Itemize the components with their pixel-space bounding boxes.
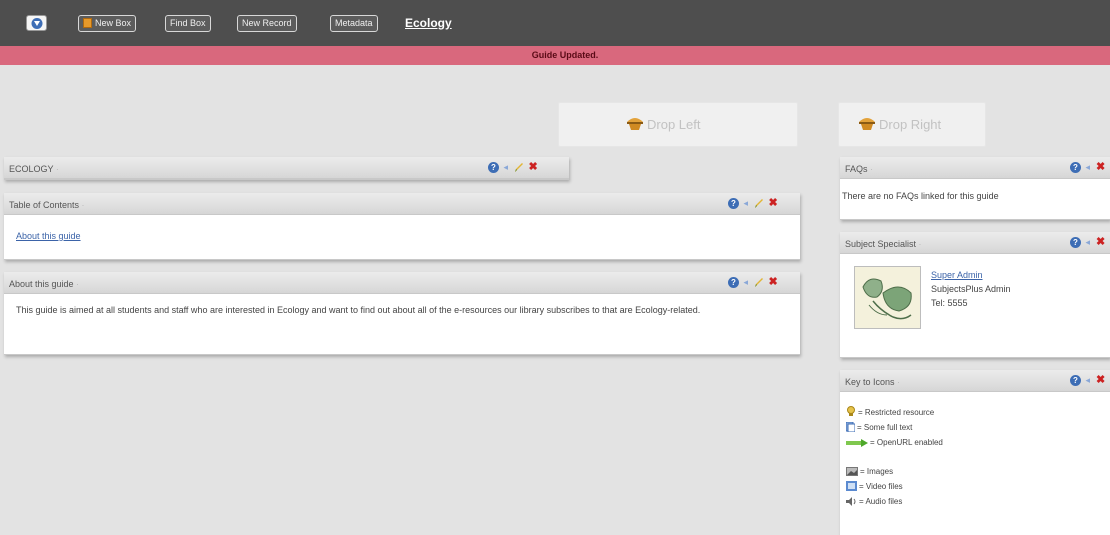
new-box-label: New Box [95, 18, 132, 28]
faqs-box-actions: ? ◂ ✖ [1070, 162, 1108, 174]
video-icon [846, 481, 857, 495]
help-icon[interactable]: ? [488, 162, 499, 173]
help-icon[interactable]: ? [1070, 237, 1081, 248]
restricted-icon [846, 406, 856, 421]
specialist-box-title: Subject Specialist [845, 239, 922, 249]
faqs-box-body: There are no FAQs linked for this guide [842, 191, 999, 201]
key-icons-box-body: = Restricted resource = Some full text =… [840, 392, 1110, 535]
toc-box-header: Table of Contents ? ◂ ✖ [4, 193, 800, 215]
key-label-restricted: = Restricted resource [858, 408, 935, 417]
openurl-icon [846, 438, 868, 451]
about-box-title: About this guide [9, 279, 79, 289]
key-label-video: = Video files [859, 482, 903, 491]
home-button[interactable] [26, 15, 47, 31]
drop-right-zone[interactable]: Drop Right [838, 102, 986, 147]
help-icon[interactable]: ? [1070, 162, 1081, 173]
key-label-openurl: = OpenURL enabled [870, 438, 943, 447]
guide-title[interactable]: Ecology [405, 16, 452, 30]
collapse-icon[interactable]: ◂ [504, 162, 510, 173]
ecology-box-actions: ? ◂ ✖ [488, 162, 541, 174]
faqs-box-title: FAQs [845, 164, 873, 174]
delete-icon[interactable]: ✖ [769, 277, 779, 288]
new-box-button[interactable]: New Box [78, 15, 137, 32]
key-label-images: = Images [860, 467, 894, 476]
collapse-icon[interactable]: ◂ [1086, 375, 1092, 386]
drop-bowl-icon [627, 118, 643, 130]
toc-link-about[interactable]: About this guide [16, 231, 81, 241]
specialist-phone: Tel: 5555 [931, 298, 968, 308]
key-row-images: = Images [846, 465, 1110, 480]
top-toolbar: New Box Find Box New Record Metadata Eco… [0, 0, 1110, 46]
specialist-box-body: Super Admin SubjectsPlus Admin Tel: 5555 [840, 254, 1110, 357]
about-box-body: This guide is aimed at all students and … [16, 305, 701, 315]
collapse-icon[interactable]: ◂ [744, 198, 750, 209]
specialist-box: Subject Specialist ? ◂ ✖ Super Admin Sub… [840, 232, 1110, 358]
specialist-info: Super Admin SubjectsPlus Admin Tel: 5555 [931, 268, 1011, 310]
drop-left-zone[interactable]: Drop Left [558, 102, 798, 147]
edit-icon[interactable] [754, 198, 764, 209]
drop-bowl-icon [859, 118, 875, 130]
toc-box: Table of Contents ? ◂ ✖ About this guide [4, 193, 800, 260]
toc-box-title: Table of Contents [9, 200, 85, 210]
ecology-box: ECOLOGY ? ◂ ✖ [4, 157, 569, 180]
home-logo-icon [31, 18, 43, 29]
avatar [854, 266, 921, 329]
help-icon[interactable]: ? [728, 277, 739, 288]
toc-box-body: About this guide [4, 215, 800, 259]
key-row-video: = Video files [846, 480, 1110, 495]
faqs-box: FAQs ? ◂ ✖ There are no FAQs linked for … [840, 157, 1110, 220]
new-record-button[interactable]: New Record [237, 15, 297, 32]
toc-box-actions: ? ◂ ✖ [728, 198, 781, 210]
collapse-icon[interactable]: ◂ [1086, 162, 1092, 173]
delete-icon[interactable]: ✖ [1096, 375, 1106, 386]
ecology-box-title: ECOLOGY [9, 164, 59, 174]
specialist-box-header: Subject Specialist ? ◂ ✖ [840, 232, 1110, 254]
drop-right-label: Drop Right [879, 117, 942, 132]
collapse-icon[interactable]: ◂ [744, 277, 750, 288]
key-label-audio: = Audio files [859, 497, 903, 506]
delete-icon[interactable]: ✖ [1096, 237, 1106, 248]
images-icon [846, 467, 858, 480]
key-row-restricted: = Restricted resource [846, 406, 1110, 421]
find-box-button[interactable]: Find Box [165, 15, 211, 32]
edit-icon[interactable] [754, 277, 764, 288]
drop-left-label: Drop Left [647, 117, 701, 132]
key-label-fulltext: = Some full text [857, 423, 913, 432]
key-icons-box: Key to Icons ? ◂ ✖ = Restricted resource… [840, 370, 1110, 535]
audio-icon [846, 497, 857, 510]
delete-icon[interactable]: ✖ [529, 162, 539, 173]
help-icon[interactable]: ? [728, 198, 739, 209]
leaf-avatar-icon [862, 278, 912, 320]
status-banner: Guide Updated. [0, 46, 1110, 65]
specialist-name-link[interactable]: Super Admin [931, 270, 983, 280]
edit-icon[interactable] [514, 162, 524, 173]
about-box-header: About this guide ? ◂ ✖ [4, 272, 800, 294]
collapse-icon[interactable]: ◂ [1086, 237, 1092, 248]
status-message: Guide Updated. [531, 50, 599, 60]
key-icons-box-actions: ? ◂ ✖ [1070, 375, 1108, 387]
delete-icon[interactable]: ✖ [1096, 162, 1106, 173]
fulltext-icon [845, 421, 856, 436]
specialist-box-actions: ? ◂ ✖ [1070, 237, 1108, 249]
key-icons-box-header: Key to Icons ? ◂ ✖ [840, 370, 1110, 392]
about-box: About this guide ? ◂ ✖ This guide is aim… [4, 272, 800, 355]
key-icons-box-title: Key to Icons [845, 377, 900, 387]
metadata-button[interactable]: Metadata [330, 15, 378, 32]
ecology-box-header: ECOLOGY ? ◂ ✖ [4, 157, 569, 179]
faqs-box-header: FAQs ? ◂ ✖ [840, 157, 1110, 179]
delete-icon[interactable]: ✖ [769, 198, 779, 209]
about-box-actions: ? ◂ ✖ [728, 277, 781, 289]
key-row-openurl: = OpenURL enabled [846, 436, 1110, 451]
key-row-audio: = Audio files [846, 495, 1110, 510]
key-row-fulltext: = Some full text [845, 421, 1110, 436]
specialist-role: SubjectsPlus Admin [931, 284, 1011, 294]
box-icon [83, 18, 92, 28]
help-icon[interactable]: ? [1070, 375, 1081, 386]
